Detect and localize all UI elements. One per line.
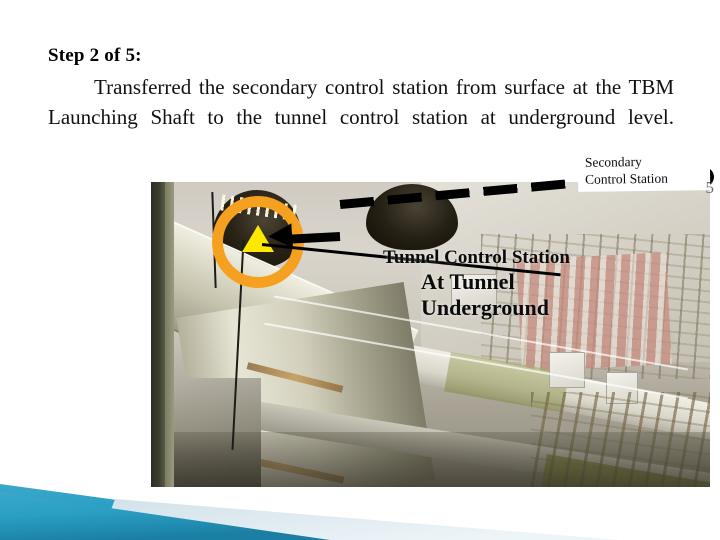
secondary-callout-line-2: Control Station bbox=[585, 170, 669, 187]
step-heading: Step 2 of 5: bbox=[48, 45, 142, 66]
photo-lower-shadow bbox=[151, 432, 710, 487]
photo-equipment-box-2 bbox=[549, 352, 585, 388]
photo-left-frame-edge bbox=[151, 182, 165, 487]
slide-body-paragraph: Transferred the secondary control statio… bbox=[48, 75, 674, 129]
slide-text-block: Step 2 of 5: Transferred the secondary c… bbox=[48, 44, 676, 162]
decoration-teal-wedge bbox=[0, 484, 410, 540]
secondary-control-station-callout: Secondary Control Station bbox=[577, 149, 711, 192]
decoration-teal-wedge-front bbox=[0, 492, 330, 540]
secondary-callout-line-1: Secondary bbox=[584, 154, 642, 170]
presentation-slide: Step 2 of 5: Transferred the secondary c… bbox=[0, 0, 720, 540]
photo-equipment-box-1 bbox=[451, 274, 497, 306]
decoration-pale-wedge bbox=[100, 499, 620, 540]
slide-number: 5 bbox=[705, 178, 715, 197]
photo-left-frame-edge-inner bbox=[165, 182, 174, 487]
black-arrow-head-icon bbox=[267, 223, 293, 249]
decoration-black-wedge bbox=[0, 487, 460, 540]
